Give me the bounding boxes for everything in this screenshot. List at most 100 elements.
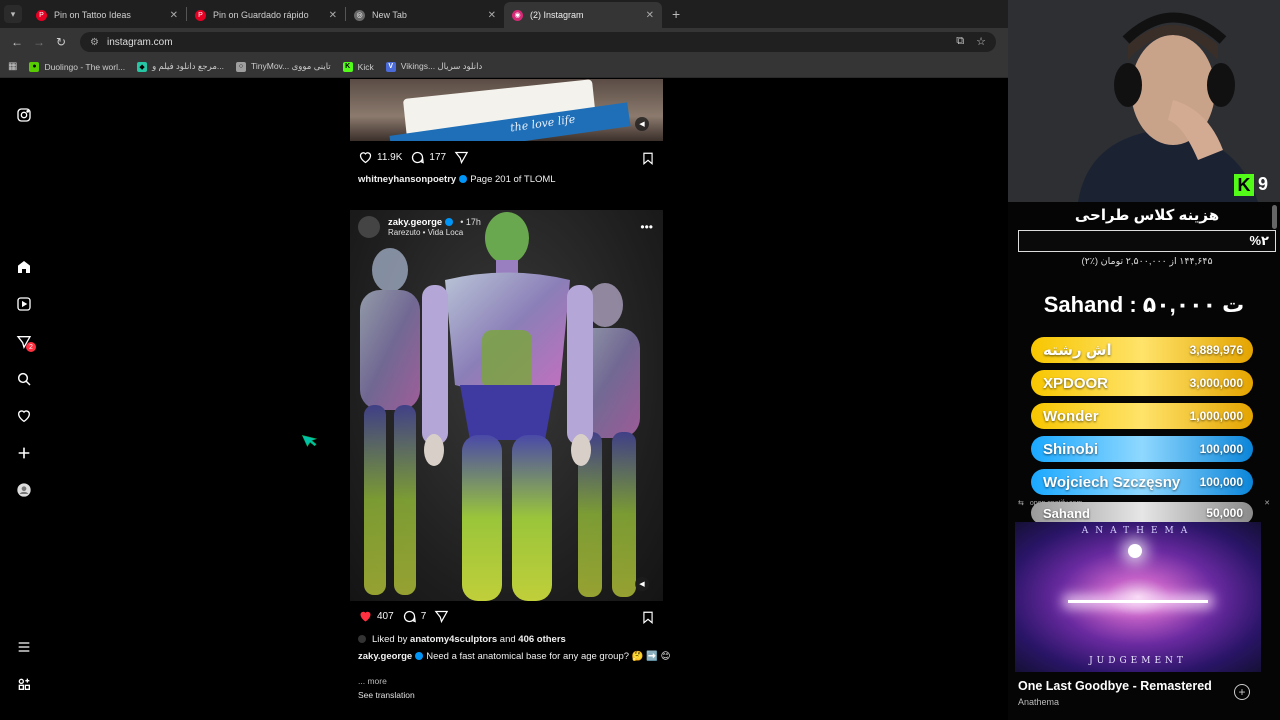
add-to-library-icon[interactable]: +	[1234, 684, 1250, 700]
bookmark-star-icon[interactable]: ☆	[976, 35, 986, 48]
messages-icon[interactable]: 2	[15, 333, 36, 352]
reload-icon[interactable]: ↻	[50, 35, 72, 49]
liker-avatar	[358, 635, 366, 644]
mute-icon[interactable]: ◀	[635, 117, 649, 131]
webcam-feed: K 9	[1008, 0, 1280, 202]
screen: ▾ P Pin on Tattoo Ideas ✕ P Pin on Guard…	[0, 0, 1280, 720]
bookmark-duolingo[interactable]: ● Duolingo - The worl...	[29, 61, 125, 72]
browser-toolbar: ← → ↻ ⚙ instagram.com ⧉ ☆	[0, 28, 1008, 56]
home-icon[interactable]	[15, 258, 33, 276]
post2-header: zaky.george • 17h Rarezuto • Vida Loca	[358, 216, 481, 238]
close-tab-icon[interactable]: ✕	[170, 10, 178, 21]
bookmark-tinymovie[interactable]: ○ TinyMov... تاینی مووی	[236, 61, 331, 72]
notification-badge: 2	[26, 342, 36, 352]
scrollbar[interactable]	[1272, 205, 1277, 229]
bookmark-kick[interactable]: K Kick	[342, 61, 374, 72]
tab-search-button[interactable]: ▾	[4, 5, 22, 23]
comment-icon[interactable]	[402, 609, 417, 624]
leaderboard-row: Wonder 1,000,000	[1031, 403, 1253, 429]
menu-hamburger-icon[interactable]	[15, 638, 33, 656]
post1-caption: whitneyhansonpoetry Page 201 of TLOML	[358, 174, 556, 185]
post-media-reading[interactable]: the love life ◀	[350, 79, 663, 141]
close-tab-icon[interactable]: ✕	[329, 10, 337, 21]
install-app-icon[interactable]: ⧉	[956, 35, 964, 48]
leaderboard-row: Sahand 50,000	[1031, 502, 1253, 524]
goal-amounts: ۱۴۴,۶۴۵ از ۲,۵۰۰,۰۰۰ تومان (٪۲)	[1081, 256, 1213, 267]
leaderboard-row: Shinobi 100,000	[1031, 436, 1253, 462]
pinterest-icon: P	[195, 9, 206, 21]
tab-pinterest-guardado[interactable]: P Pin on Guardado rápido ✕	[187, 2, 345, 28]
back-arrow-icon[interactable]: ←	[6, 35, 28, 49]
search-icon[interactable]	[15, 370, 33, 388]
address-text: instagram.com	[106, 36, 173, 48]
anatomy-figures-image	[360, 212, 640, 601]
reels-icon[interactable]	[15, 295, 33, 313]
tab-bar: ▾ P Pin on Tattoo Ideas ✕ P Pin on Guard…	[0, 0, 1008, 28]
tab-instagram[interactable]: ◉ (2) Instagram ✕	[504, 2, 662, 28]
comment-icon[interactable]	[410, 150, 425, 165]
close-icon[interactable]: ✕	[1264, 499, 1270, 507]
liked-heart-icon[interactable]	[358, 609, 373, 624]
create-plus-icon[interactable]	[15, 444, 33, 462]
save-bookmark-icon[interactable]	[641, 151, 655, 166]
instagram-icon: ◉	[512, 9, 523, 21]
see-translation-link[interactable]: See translation	[358, 690, 415, 700]
liked-others-link[interactable]: 406 others	[518, 634, 566, 645]
save-bookmark-icon[interactable]	[641, 610, 655, 625]
liked-by-line: Liked by anatomy4sculptors and 406 other…	[358, 634, 566, 645]
more-link[interactable]: ... more	[358, 676, 387, 686]
close-tab-icon[interactable]: ✕	[646, 10, 654, 21]
more-options-icon[interactable]: •••	[640, 220, 653, 234]
profile-avatar-icon[interactable]	[15, 481, 33, 499]
instagram-sidebar: 2	[0, 79, 50, 720]
post1-actions: 11.9K 177	[358, 150, 469, 165]
heart-notifications-icon[interactable]	[15, 407, 33, 425]
globe-icon: ○	[236, 61, 246, 72]
liker-username[interactable]: anatomy4sculptors	[410, 634, 497, 645]
close-tab-icon[interactable]: ✕	[488, 10, 496, 21]
streamer-image	[1008, 0, 1280, 202]
verified-badge-icon	[415, 652, 424, 661]
bookmark-film-site[interactable]: ◆ مرجع دانلود فیلم و...	[137, 61, 224, 72]
goal-percent: %۲	[1249, 233, 1270, 248]
also-from-meta-icon[interactable]	[15, 675, 33, 693]
like-count: 407	[377, 611, 394, 622]
site-info-icon[interactable]: ⚙	[90, 37, 99, 48]
comment-count: 177	[429, 152, 447, 163]
pinterest-icon: P	[36, 9, 47, 21]
duolingo-icon: ●	[29, 61, 40, 72]
post-username[interactable]: zaky.george	[388, 217, 442, 228]
goal-progress-bar: %۲	[1018, 230, 1276, 252]
share-icon[interactable]	[434, 609, 449, 624]
avatar[interactable]	[358, 216, 380, 238]
settings-sliders-icon[interactable]: ⇆	[1018, 499, 1024, 507]
mouse-cursor-icon	[302, 435, 318, 447]
share-icon[interactable]	[454, 150, 469, 165]
tab-new-tab[interactable]: ◎ New Tab ✕	[346, 2, 504, 28]
apps-grid-icon[interactable]: ▦	[8, 61, 17, 72]
leaderboard-row: اش رشته 3,889,976	[1031, 337, 1253, 363]
forward-arrow-icon[interactable]: →	[28, 35, 50, 49]
mute-icon[interactable]: ◀	[635, 577, 649, 591]
bookmarks-bar: ▦ ● Duolingo - The worl... ◆ مرجع دانلود ف…	[0, 56, 1008, 78]
instagram-logo-icon[interactable]	[15, 106, 33, 124]
goal-title: هزینه کلاس طراحی	[1074, 207, 1220, 224]
address-bar[interactable]: ⚙ instagram.com ⧉ ☆	[80, 32, 996, 52]
post-username[interactable]: whitneyhansonpoetry	[358, 174, 456, 185]
post-media-anatomy[interactable]: zaky.george • 17h Rarezuto • Vida Loca ••…	[350, 210, 663, 601]
kick-logo-icon: K	[1234, 174, 1254, 196]
donation-goal: هزینه کلاس طراحی %۲ ۱۴۴,۶۴۵ از ۲,۵۰۰,۰۰۰…	[1014, 206, 1280, 267]
new-tab-button[interactable]: +	[672, 6, 680, 22]
post-username[interactable]: zaky.george	[358, 651, 412, 662]
viewer-count: 9	[1258, 174, 1269, 194]
leaderboard-row: XPDOOR 3,000,000	[1031, 370, 1253, 396]
comment-count: 7	[420, 611, 427, 622]
bookmark-vikings[interactable]: V Vikings... دانلود سریال	[385, 61, 482, 72]
like-heart-icon[interactable]	[358, 150, 373, 165]
audio-label[interactable]: Rarezuto • Vida Loca	[388, 228, 481, 237]
post-time: 17h	[465, 217, 481, 227]
tab-pinterest-tattoo[interactable]: P Pin on Tattoo Ideas ✕	[28, 2, 186, 28]
browser-window: ▾ P Pin on Tattoo Ideas ✕ P Pin on Guard…	[0, 0, 1008, 720]
stream-overlay-panel: K 9 هزینه کلاس طراحی %۲ ۱۴۴,۶۴۵ از ۲,۵۰۰…	[1008, 0, 1280, 720]
verified-badge-icon	[459, 175, 468, 184]
